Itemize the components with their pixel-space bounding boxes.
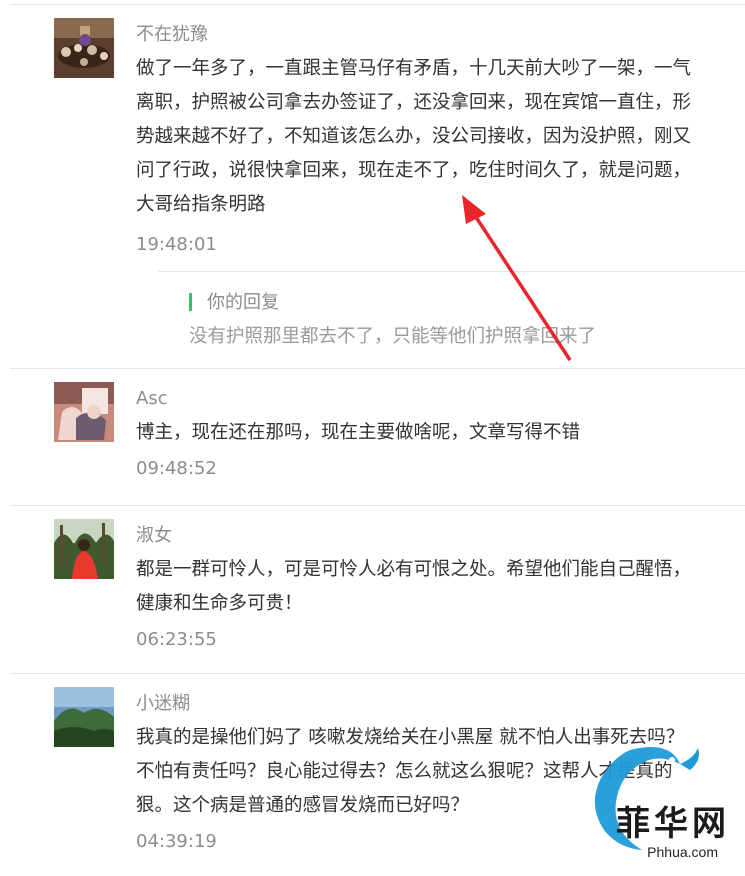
comment-page: 不在犹豫 做了一年多了，一直跟主管马仔有矛盾，十几天前大吵了一架，一气离职，护照… <box>0 0 745 876</box>
watermark-logo: 菲华网 Phhua.com <box>560 740 740 870</box>
divider <box>10 368 745 369</box>
comment-text: 做了一年多了，一直跟主管马仔有矛盾，十几天前大吵了一架，一气离职，护照被公司拿去… <box>136 58 692 215</box>
avatar-image-illustration <box>54 382 114 442</box>
watermark-title: 菲华网 <box>616 804 730 844</box>
reply-marker <box>189 293 192 311</box>
avatar-image-mountain <box>54 687 114 747</box>
watermark-url: Phhua.com <box>647 844 718 860</box>
comment-text: 博主，现在还在那吗，现在主要做啥呢，文章写得不错 <box>136 422 581 443</box>
commenter-name[interactable]: Asc <box>136 386 696 412</box>
comment-time: 06:23:55 <box>136 629 217 650</box>
comment-time: 19:48:01 <box>136 234 217 255</box>
author-reply: 你的回复 没有护照那里都去不了，只能等他们护照拿回来了 <box>189 290 729 352</box>
divider <box>10 673 745 674</box>
commenter-name[interactable]: 不在犹豫 <box>136 22 696 48</box>
avatar[interactable] <box>54 18 114 78</box>
reply-text: 没有护照那里都去不了，只能等他们护照拿回来了 <box>189 326 597 347</box>
commenter-name[interactable]: 淑女 <box>136 523 696 549</box>
avatar[interactable] <box>54 687 114 747</box>
reply-label: 你的回复 <box>207 292 279 313</box>
comment-text: 都是一群可怜人，可是可怜人必有可恨之处。希望他们能自己醒悟，健康和生命多可贵！ <box>136 559 692 614</box>
avatar[interactable] <box>54 519 114 579</box>
divider <box>10 4 745 5</box>
reply-divider <box>158 271 745 272</box>
avatar-image-woman-garden <box>54 519 114 579</box>
commenter-name[interactable]: 小迷糊 <box>136 691 696 717</box>
comment-time: 09:48:52 <box>136 458 217 479</box>
avatar-image-dining-room <box>54 18 114 78</box>
avatar[interactable] <box>54 382 114 442</box>
divider <box>10 505 745 506</box>
